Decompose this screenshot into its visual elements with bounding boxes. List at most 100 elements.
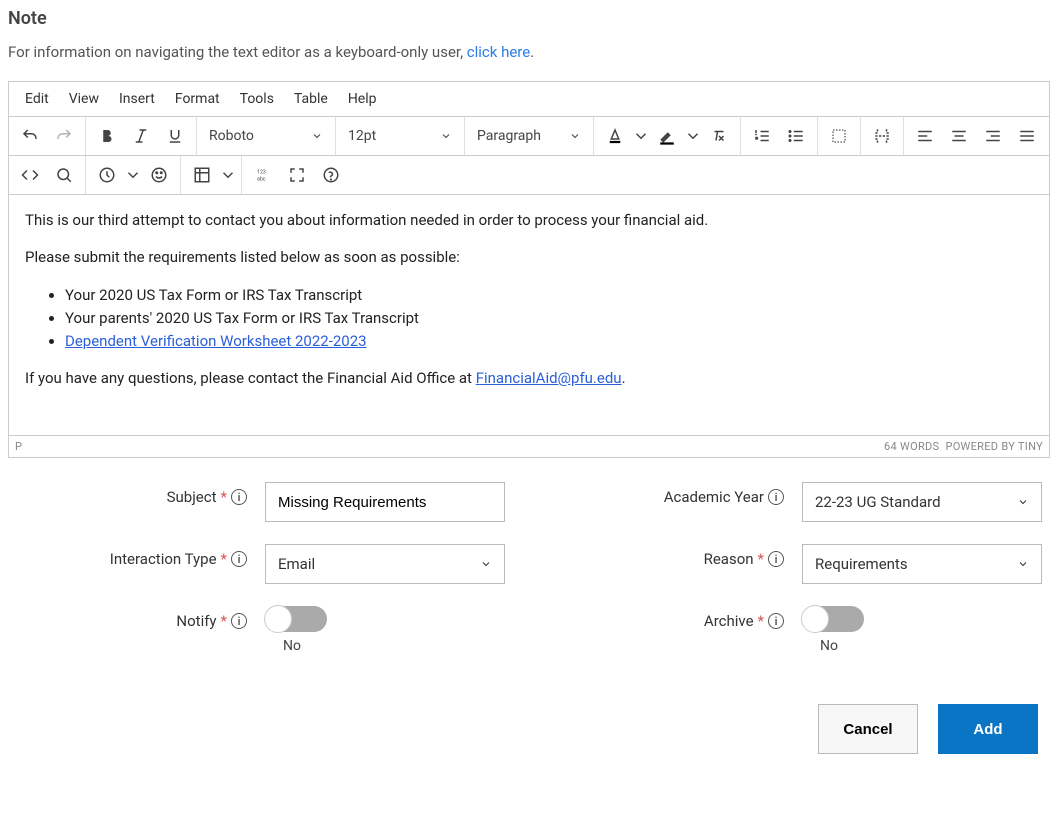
intro-prefix: For information on navigating the text e…: [8, 43, 467, 61]
redo-button[interactable]: [47, 119, 81, 153]
search-button[interactable]: [47, 158, 81, 192]
table-button[interactable]: [185, 158, 219, 192]
interaction-type-value: Email: [278, 555, 315, 573]
notify-label: Notify: [176, 612, 216, 630]
menu-insert[interactable]: Insert: [109, 87, 165, 111]
menu-edit[interactable]: Edit: [15, 87, 59, 111]
editor-statusbar: P 64 WORDS POWERED BY TINY: [9, 435, 1049, 457]
content-p3: If you have any questions, please contac…: [25, 367, 1033, 390]
intro-text: For information on navigating the text e…: [8, 43, 1050, 61]
cancel-button[interactable]: Cancel: [818, 704, 918, 754]
highlight-dropdown[interactable]: [684, 119, 702, 153]
rich-text-editor: Edit View Insert Format Tools Table Help…: [8, 81, 1050, 458]
intro-suffix: .: [530, 43, 534, 61]
numbered-list-button[interactable]: [745, 119, 779, 153]
align-justify-button[interactable]: [1010, 119, 1044, 153]
font-size-select[interactable]: 12pt: [340, 119, 460, 153]
bullet-list-button[interactable]: [779, 119, 813, 153]
chevron-down-icon: [569, 130, 581, 142]
content-list: Your 2020 US Tax Form or IRS Tax Transcr…: [25, 284, 1033, 354]
add-button[interactable]: Add: [938, 704, 1038, 754]
content-p2: Please submit the requirements listed be…: [25, 246, 1033, 269]
content-p1: This is our third attempt to contact you…: [25, 209, 1033, 232]
note-form: Subject * i Academic Year i 22-23 UG Sta…: [8, 482, 1050, 654]
academic-year-label: Academic Year: [664, 488, 764, 506]
field-reason: Reason * i Requirements: [549, 544, 1046, 584]
align-left-button[interactable]: [908, 119, 942, 153]
chevron-down-icon: [1017, 558, 1029, 570]
academic-year-select[interactable]: 22-23 UG Standard: [802, 482, 1042, 522]
status-wordcount[interactable]: 64 WORDS: [884, 440, 939, 453]
block-format-value: Paragraph: [477, 128, 541, 144]
chevron-down-icon: [311, 130, 323, 142]
worksheet-link[interactable]: Dependent Verification Worksheet 2022-20…: [65, 332, 367, 350]
info-icon[interactable]: i: [768, 551, 784, 567]
align-center-button[interactable]: [942, 119, 976, 153]
text-color-button[interactable]: [598, 119, 632, 153]
page-title: Note: [8, 8, 1050, 29]
info-icon[interactable]: i: [768, 489, 784, 505]
accessibility-check-button[interactable]: [822, 119, 856, 153]
bold-button[interactable]: [90, 119, 124, 153]
svg-text:abc: abc: [257, 176, 266, 182]
info-icon[interactable]: i: [231, 489, 247, 505]
list-item: Your 2020 US Tax Form or IRS Tax Transcr…: [65, 284, 1033, 307]
italic-button[interactable]: [124, 119, 158, 153]
wordcount-button[interactable]: 123abc: [246, 158, 280, 192]
editor-content[interactable]: This is our third attempt to contact you…: [9, 195, 1049, 435]
required-mark: *: [758, 612, 764, 630]
required-mark: *: [221, 550, 227, 568]
info-icon[interactable]: i: [768, 613, 784, 629]
source-code-button[interactable]: [13, 158, 47, 192]
align-right-button[interactable]: [976, 119, 1010, 153]
undo-button[interactable]: [13, 119, 47, 153]
datetime-dropdown[interactable]: [124, 158, 142, 192]
datetime-button[interactable]: [90, 158, 124, 192]
editor-menubar: Edit View Insert Format Tools Table Help: [9, 82, 1049, 117]
notify-value: No: [283, 638, 301, 654]
reason-label: Reason: [704, 550, 754, 568]
underline-button[interactable]: [158, 119, 192, 153]
list-item: Your parents' 2020 US Tax Form or IRS Ta…: [65, 307, 1033, 330]
menu-view[interactable]: View: [59, 87, 109, 111]
reason-value: Requirements: [815, 555, 908, 573]
archive-toggle[interactable]: [802, 606, 864, 632]
required-mark: *: [221, 612, 227, 630]
block-format-select[interactable]: Paragraph: [469, 119, 589, 153]
interaction-type-label: Interaction Type: [110, 550, 217, 568]
required-mark: *: [758, 550, 764, 568]
menu-format[interactable]: Format: [165, 87, 230, 111]
menu-help[interactable]: Help: [338, 87, 387, 111]
help-button[interactable]: [314, 158, 348, 192]
clear-format-button[interactable]: [702, 119, 736, 153]
academic-year-value: 22-23 UG Standard: [815, 493, 941, 511]
reason-select[interactable]: Requirements: [802, 544, 1042, 584]
chevron-down-icon: [440, 130, 452, 142]
text-color-dropdown[interactable]: [632, 119, 650, 153]
field-subject: Subject * i: [12, 482, 509, 522]
fullscreen-button[interactable]: [280, 158, 314, 192]
status-powered[interactable]: POWERED BY TINY: [945, 440, 1043, 453]
chevron-down-icon: [480, 558, 492, 570]
font-family-value: Roboto: [209, 128, 254, 144]
intro-link[interactable]: click here: [467, 43, 530, 61]
info-icon[interactable]: i: [231, 551, 247, 567]
page-break-button[interactable]: [865, 119, 899, 153]
list-item: Dependent Verification Worksheet 2022-20…: [65, 330, 1033, 353]
svg-text:123: 123: [257, 170, 266, 176]
table-dropdown[interactable]: [219, 158, 237, 192]
status-path[interactable]: P: [15, 440, 22, 453]
field-interaction-type: Interaction Type * i Email: [12, 544, 509, 584]
font-family-select[interactable]: Roboto: [201, 119, 331, 153]
info-icon[interactable]: i: [231, 613, 247, 629]
notify-toggle[interactable]: [265, 606, 327, 632]
interaction-type-select[interactable]: Email: [265, 544, 505, 584]
chevron-down-icon: [1017, 496, 1029, 508]
subject-input[interactable]: [265, 482, 505, 522]
editor-toolbar-row2: 123abc: [9, 156, 1049, 195]
menu-table[interactable]: Table: [284, 87, 338, 111]
email-link[interactable]: FinancialAid@pfu.edu: [476, 369, 622, 387]
highlight-button[interactable]: [650, 119, 684, 153]
emoji-button[interactable]: [142, 158, 176, 192]
menu-tools[interactable]: Tools: [230, 87, 284, 111]
